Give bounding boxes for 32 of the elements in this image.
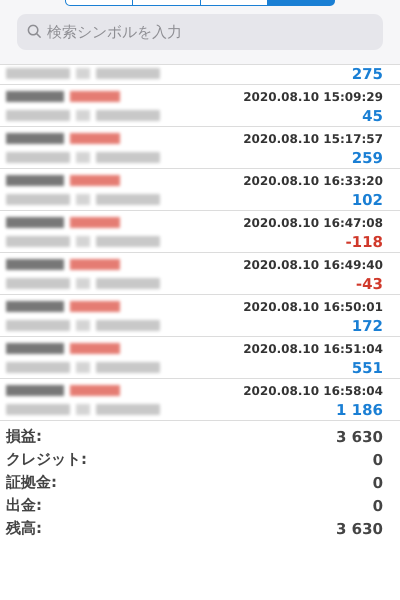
summary-value: 3 630 [336, 520, 383, 538]
deal-time: 2020.08.10 16:51:04 [243, 342, 383, 356]
deal-time: 2020.08.10 15:09:29 [243, 90, 383, 104]
deal-profit: 102 [352, 190, 383, 208]
deal-profit: 1 186 [336, 400, 383, 418]
summary-value: 0 [372, 474, 383, 492]
summary-label: クレジット: [6, 450, 87, 469]
deal-time: 2020.08.10 16:49:40 [243, 258, 383, 272]
summary-value: 0 [372, 496, 383, 514]
deal-profit: 45 [362, 106, 383, 124]
deal-profit: 275 [352, 64, 383, 82]
deal-profit: 172 [352, 316, 383, 334]
deal-time: 2020.08.10 15:17:57 [243, 132, 383, 146]
deal-profit: 551 [352, 358, 383, 376]
segment-tab[interactable] [65, 0, 134, 6]
deal-profit: 259 [352, 148, 383, 166]
deal-time: 2020.08.10 16:58:04 [243, 384, 383, 398]
deal-time: 2020.08.10 16:33:20 [243, 174, 383, 188]
segment-tab[interactable] [133, 0, 200, 6]
segment-tab[interactable] [200, 0, 268, 6]
deal-profit: -118 [345, 232, 383, 250]
deal-time: 2020.08.10 16:47:08 [243, 216, 383, 230]
summary-label: 出金: [6, 496, 42, 515]
deal-time: 2020.08.10 16:50:01 [243, 300, 383, 314]
summary-label: 残高: [6, 519, 42, 538]
summary-value: 3 630 [336, 428, 383, 446]
summary-label: 証拠金: [6, 473, 57, 492]
deal-profit: -43 [356, 274, 383, 292]
summary-label: 損益: [6, 427, 42, 446]
summary-value: 0 [372, 450, 383, 468]
search-field[interactable]: 検索シンボルを入力 [17, 14, 383, 50]
search-icon [27, 24, 42, 39]
